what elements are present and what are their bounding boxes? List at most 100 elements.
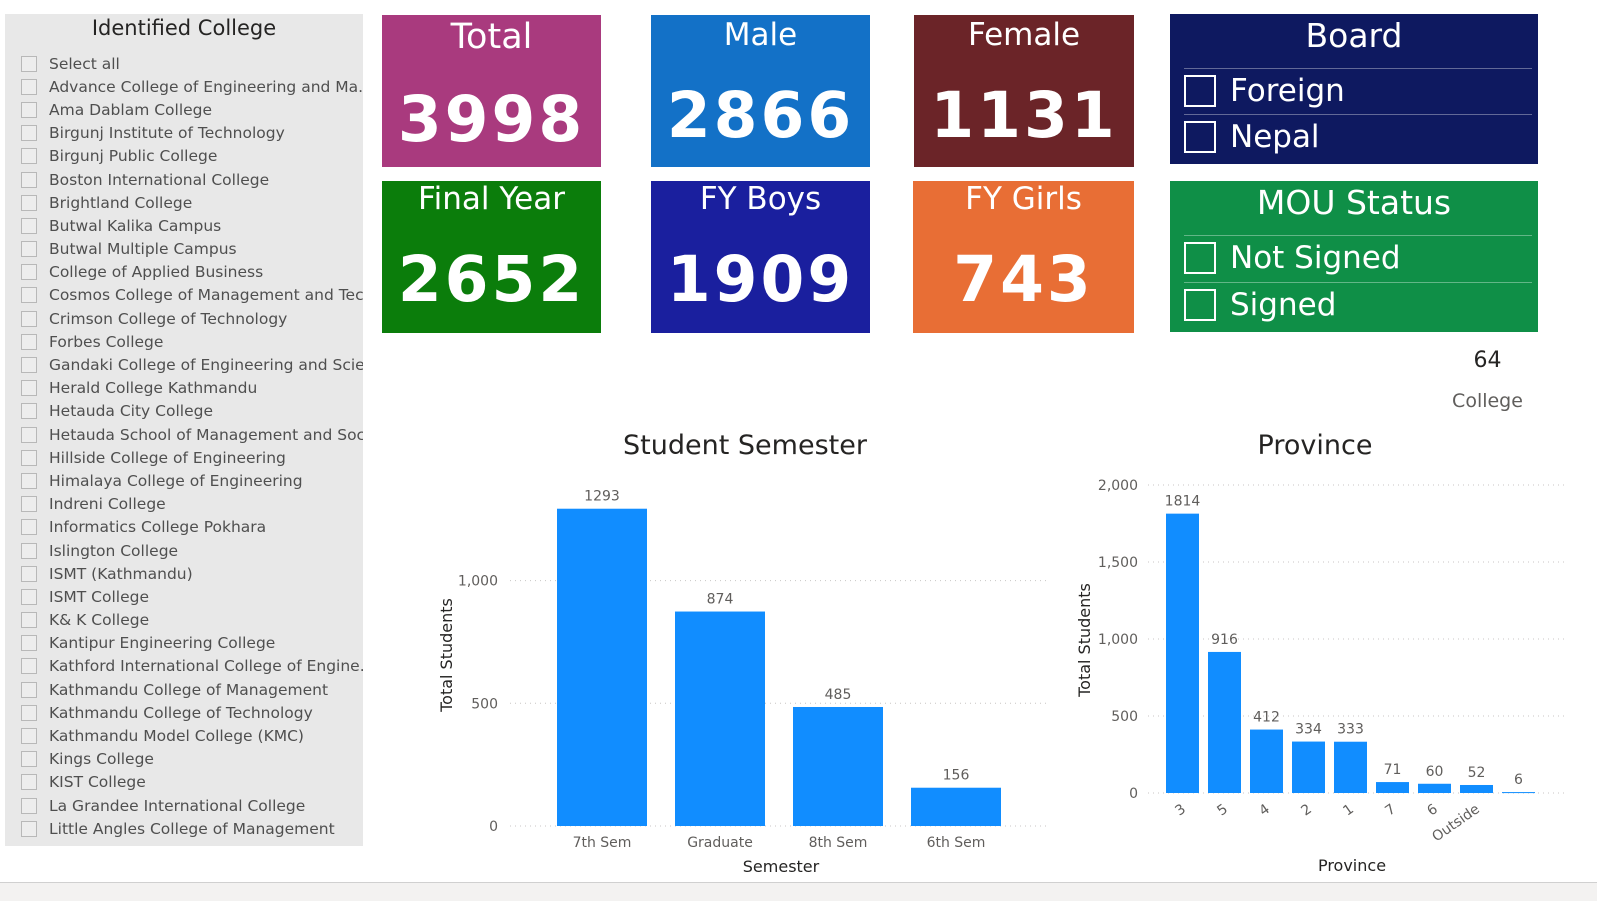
slicer-item[interactable]: Hillside College of Engineering xyxy=(21,446,361,469)
checkbox-icon[interactable] xyxy=(1184,121,1216,153)
slicer-item-label: Forbes College xyxy=(49,332,164,351)
checkbox-icon[interactable] xyxy=(21,357,37,374)
slicer-item[interactable]: Kathmandu College of Technology xyxy=(21,701,361,724)
slicer-item-label: La Grandee International College xyxy=(49,796,306,815)
checkbox-icon[interactable] xyxy=(21,728,37,745)
data-label: 334 xyxy=(1295,722,1322,738)
slicer-item[interactable]: La Grandee International College xyxy=(21,794,361,817)
slicer-item[interactable]: Boston International College xyxy=(21,168,361,191)
slicer-item-label: Herald College Kathmandu xyxy=(49,379,258,398)
data-label: 52 xyxy=(1468,765,1486,781)
slicer-item[interactable]: College of Applied Business xyxy=(21,261,361,284)
checkbox-icon[interactable] xyxy=(21,565,37,582)
checkbox-icon[interactable] xyxy=(21,264,37,281)
fy-girls-card: FY Girls 743 xyxy=(913,181,1134,333)
slicer-item[interactable]: Kings College xyxy=(21,748,361,771)
checkbox-icon[interactable] xyxy=(21,519,37,536)
bar xyxy=(1418,783,1451,793)
slicer-item[interactable]: K& K College xyxy=(21,609,361,632)
slicer-item[interactable]: Gandaki College of Engineering and Scie.… xyxy=(21,353,363,376)
checkbox-icon[interactable] xyxy=(21,774,37,791)
slicer-item[interactable]: ISMT College xyxy=(21,585,361,608)
checkbox-icon[interactable] xyxy=(21,310,37,327)
slicer-item[interactable]: Butwal Multiple Campus xyxy=(21,238,361,261)
mou-option-signed[interactable]: Signed xyxy=(1184,282,1532,327)
slicer-item[interactable]: Cosmos College of Management and Tec... xyxy=(21,284,363,307)
mou-option-not-signed[interactable]: Not Signed xyxy=(1184,235,1532,280)
checkbox-icon[interactable] xyxy=(21,55,37,72)
checkbox-icon[interactable] xyxy=(21,241,37,258)
checkbox-icon[interactable] xyxy=(21,333,37,350)
slicer-item[interactable]: Advance College of Engineering and Ma... xyxy=(21,75,363,98)
slicer-item-label: Islington College xyxy=(49,541,179,560)
checkbox-icon[interactable] xyxy=(21,125,37,142)
slicer-item[interactable]: Hetauda School of Management and Soc... xyxy=(21,423,363,446)
slicer-item-label: Hetauda School of Management and Soc... xyxy=(49,425,363,444)
checkbox-icon[interactable] xyxy=(1184,75,1216,107)
slicer-item[interactable]: Himalaya College of Engineering xyxy=(21,469,361,492)
bottom-scrollbar[interactable] xyxy=(0,882,1597,901)
slicer-item[interactable]: Select all xyxy=(21,52,361,75)
checkbox-icon[interactable] xyxy=(21,797,37,814)
checkbox-icon[interactable] xyxy=(21,542,37,559)
checkbox-icon[interactable] xyxy=(21,148,37,165)
checkbox-icon[interactable] xyxy=(21,101,37,118)
slicer-item-label: Birgunj Public College xyxy=(49,147,218,166)
slicer-item[interactable]: Forbes College xyxy=(21,330,361,353)
checkbox-icon[interactable] xyxy=(21,496,37,513)
final-year-value: 2652 xyxy=(397,243,586,316)
checkbox-icon[interactable] xyxy=(21,171,37,188)
slicer-item[interactable]: KIST College xyxy=(21,771,361,794)
slicer-item[interactable]: Kathford International College of Engine… xyxy=(21,655,363,678)
slicer-item[interactable]: Brightland College xyxy=(21,191,361,214)
slicer-item-label: Kathmandu Model College (KMC) xyxy=(49,727,304,746)
semester-chart-title: Student Semester xyxy=(623,430,867,461)
x-tick-label: 1 xyxy=(1340,801,1356,819)
board-option-label: Nepal xyxy=(1230,119,1320,155)
data-label: 156 xyxy=(943,768,970,784)
slicer-item[interactable]: Kathmandu Model College (KMC) xyxy=(21,724,361,747)
slicer-item[interactable]: Indreni College xyxy=(21,493,361,516)
slicer-item[interactable]: Kathmandu College of Management xyxy=(21,678,361,701)
slicer-item[interactable]: Little Angles College of Management xyxy=(21,817,361,840)
checkbox-icon[interactable] xyxy=(21,217,37,234)
slicer-item[interactable]: Kantipur Engineering College xyxy=(21,632,361,655)
slicer-item[interactable]: Butwal Kalika Campus xyxy=(21,214,361,237)
checkbox-icon[interactable] xyxy=(21,612,37,629)
bar xyxy=(1376,782,1409,793)
checkbox-icon[interactable] xyxy=(21,472,37,489)
checkbox-icon[interactable] xyxy=(21,704,37,721)
slicer-item[interactable]: Islington College xyxy=(21,539,361,562)
board-option-foreign[interactable]: Foreign xyxy=(1184,68,1532,113)
mou-option-label: Not Signed xyxy=(1230,240,1401,276)
slicer-item-label: Kathford International College of Engine… xyxy=(49,657,363,676)
checkbox-icon[interactable] xyxy=(21,287,37,304)
slicer-item-label: Little Angles College of Management xyxy=(49,819,335,838)
slicer-item[interactable]: Informatics College Pokhara xyxy=(21,516,361,539)
checkbox-icon[interactable] xyxy=(21,403,37,420)
board-title: Board xyxy=(1305,16,1403,55)
checkbox-icon[interactable] xyxy=(21,194,37,211)
checkbox-icon[interactable] xyxy=(21,751,37,768)
slicer-item[interactable]: Crimson College of Technology xyxy=(21,307,361,330)
slicer-item[interactable]: ISMT (Kathmandu) xyxy=(21,562,361,585)
slicer-item[interactable]: Ama Dablam College xyxy=(21,98,361,121)
data-label: 71 xyxy=(1384,762,1402,778)
checkbox-icon[interactable] xyxy=(1184,242,1216,274)
slicer-item-label: Butwal Multiple Campus xyxy=(49,240,237,259)
checkbox-icon[interactable] xyxy=(1184,289,1216,321)
checkbox-icon[interactable] xyxy=(21,820,37,837)
checkbox-icon[interactable] xyxy=(21,78,37,95)
checkbox-icon[interactable] xyxy=(21,426,37,443)
slicer-item[interactable]: Birgunj Institute of Technology xyxy=(21,122,361,145)
slicer-item[interactable]: Herald College Kathmandu xyxy=(21,377,361,400)
checkbox-icon[interactable] xyxy=(21,449,37,466)
checkbox-icon[interactable] xyxy=(21,658,37,675)
slicer-item[interactable]: Birgunj Public College xyxy=(21,145,361,168)
checkbox-icon[interactable] xyxy=(21,635,37,652)
checkbox-icon[interactable] xyxy=(21,380,37,397)
board-option-nepal[interactable]: Nepal xyxy=(1184,114,1532,159)
checkbox-icon[interactable] xyxy=(21,588,37,605)
checkbox-icon[interactable] xyxy=(21,681,37,698)
slicer-item[interactable]: Hetauda City College xyxy=(21,400,361,423)
